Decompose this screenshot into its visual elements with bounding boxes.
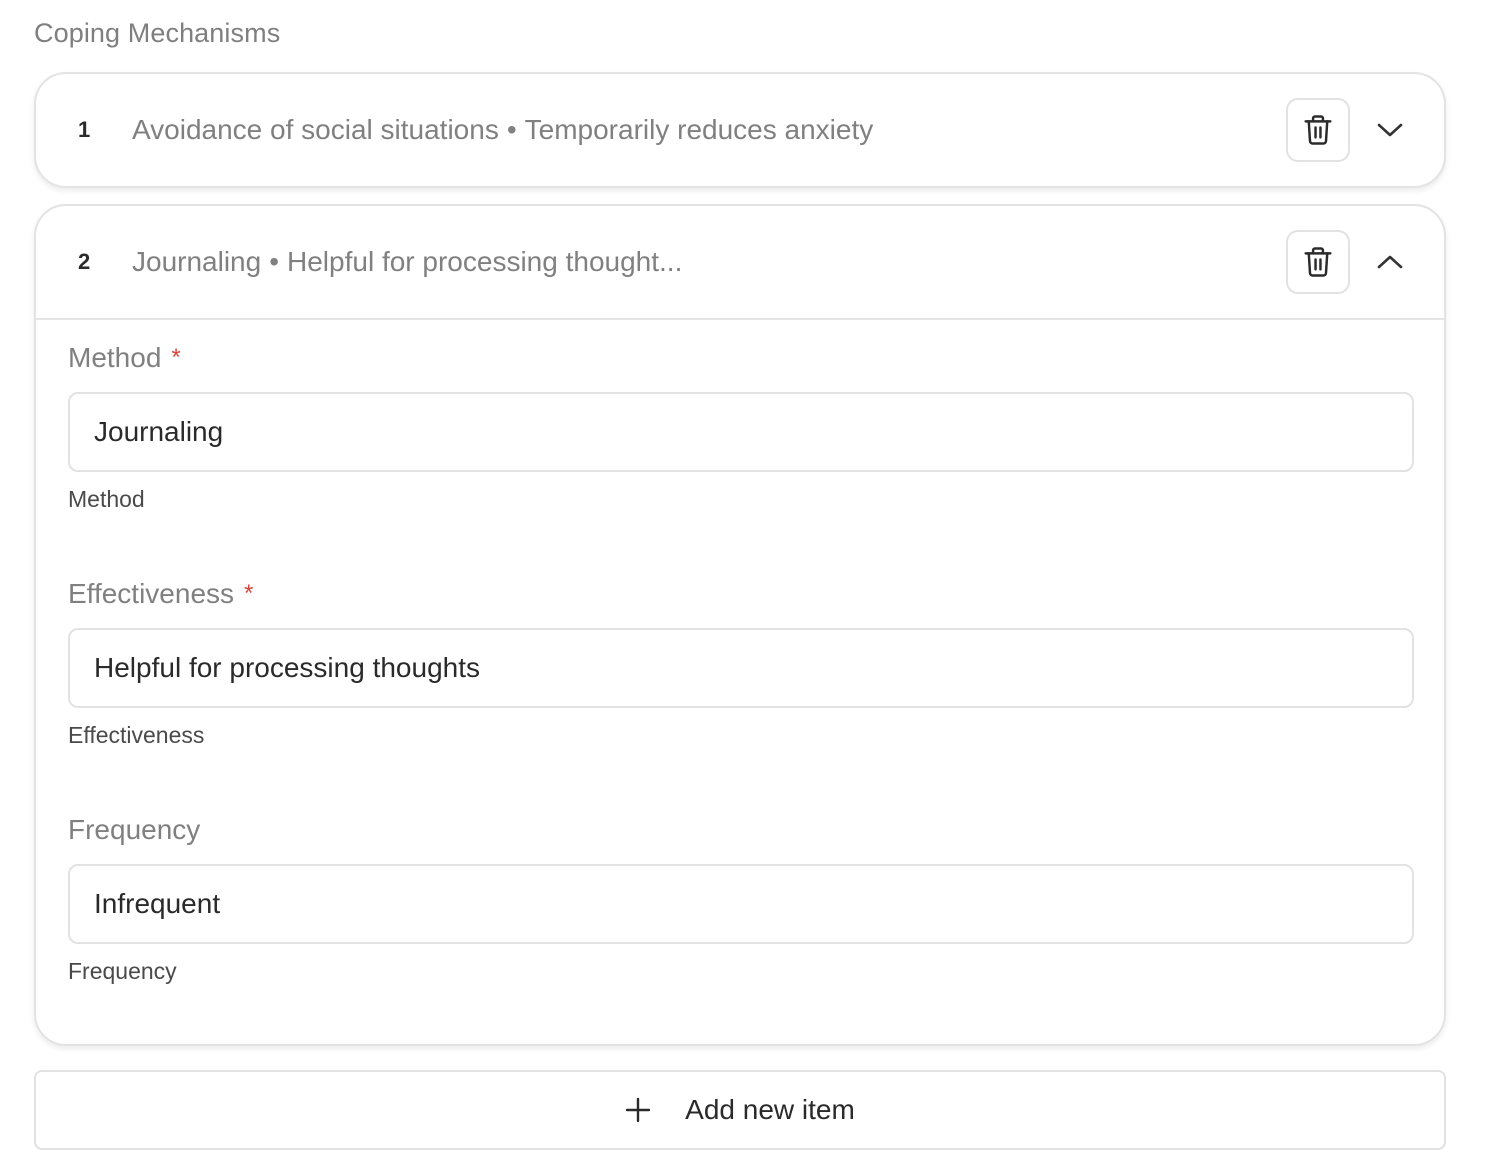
item-header[interactable]: 2 Journaling • Helpful for processing thou… bbox=[36, 206, 1444, 320]
expand-item-button[interactable] bbox=[1358, 98, 1422, 162]
effectiveness-label-text: Effectiveness bbox=[68, 578, 235, 609]
separator-dot: • bbox=[506, 114, 517, 145]
list-item: 1 Avoidance of social situations • Tempora… bbox=[34, 72, 1446, 188]
item-effectiveness-summary: Helpful for processing thought... bbox=[287, 246, 683, 277]
frequency-input[interactable] bbox=[68, 864, 1414, 944]
add-new-item-label: Add new item bbox=[685, 1094, 855, 1125]
section-label: Coping Mechanisms bbox=[34, 18, 281, 48]
trash-icon bbox=[1304, 247, 1332, 277]
frequency-helper-text: Frequency bbox=[68, 958, 177, 984]
method-label-text: Method bbox=[68, 342, 162, 373]
item-header[interactable]: 1 Avoidance of social situations • Tempora… bbox=[36, 74, 1444, 186]
item-number: 1 bbox=[78, 117, 91, 142]
separator-dot: • bbox=[269, 246, 280, 277]
method-input[interactable] bbox=[68, 392, 1414, 472]
plus-icon bbox=[625, 1097, 651, 1123]
delete-item-button[interactable] bbox=[1286, 230, 1350, 294]
item-summary: Journaling • Helpful for processing though… bbox=[132, 206, 682, 318]
chevron-up-icon bbox=[1377, 255, 1403, 269]
item-effectiveness-summary: Temporarily reduces anxiety bbox=[524, 114, 874, 145]
item-summary: Avoidance of social situations • Temporari… bbox=[132, 74, 873, 186]
effectiveness-label: Effectiveness * bbox=[68, 574, 1414, 614]
item-method-summary: Avoidance of social situations bbox=[132, 114, 499, 145]
frequency-label: Frequency bbox=[68, 814, 201, 845]
frequency-field-group: Frequency Frequency bbox=[68, 810, 1414, 984]
item-method-summary: Journaling bbox=[132, 246, 262, 277]
method-label: Method * bbox=[68, 338, 1414, 378]
item-number: 2 bbox=[78, 249, 91, 274]
collapse-item-button[interactable] bbox=[1358, 230, 1422, 294]
required-indicator: * bbox=[244, 580, 254, 607]
coping-mechanisms-section: Coping Mechanisms 1 Avoidance of social … bbox=[0, 0, 1490, 1176]
list-item: 2 Journaling • Helpful for processing thou… bbox=[34, 204, 1446, 1046]
required-indicator: * bbox=[171, 344, 181, 371]
effectiveness-helper-text: Effectiveness bbox=[68, 722, 205, 748]
trash-icon bbox=[1304, 115, 1332, 145]
effectiveness-input[interactable] bbox=[68, 628, 1414, 708]
delete-item-button[interactable] bbox=[1286, 98, 1350, 162]
add-new-item-button[interactable]: Add new item bbox=[34, 1070, 1446, 1150]
chevron-down-icon bbox=[1377, 123, 1403, 137]
method-field-group: Method * Method bbox=[68, 338, 1414, 512]
effectiveness-field-group: Effectiveness * Effectiveness bbox=[68, 574, 1414, 748]
method-helper-text: Method bbox=[68, 486, 145, 512]
